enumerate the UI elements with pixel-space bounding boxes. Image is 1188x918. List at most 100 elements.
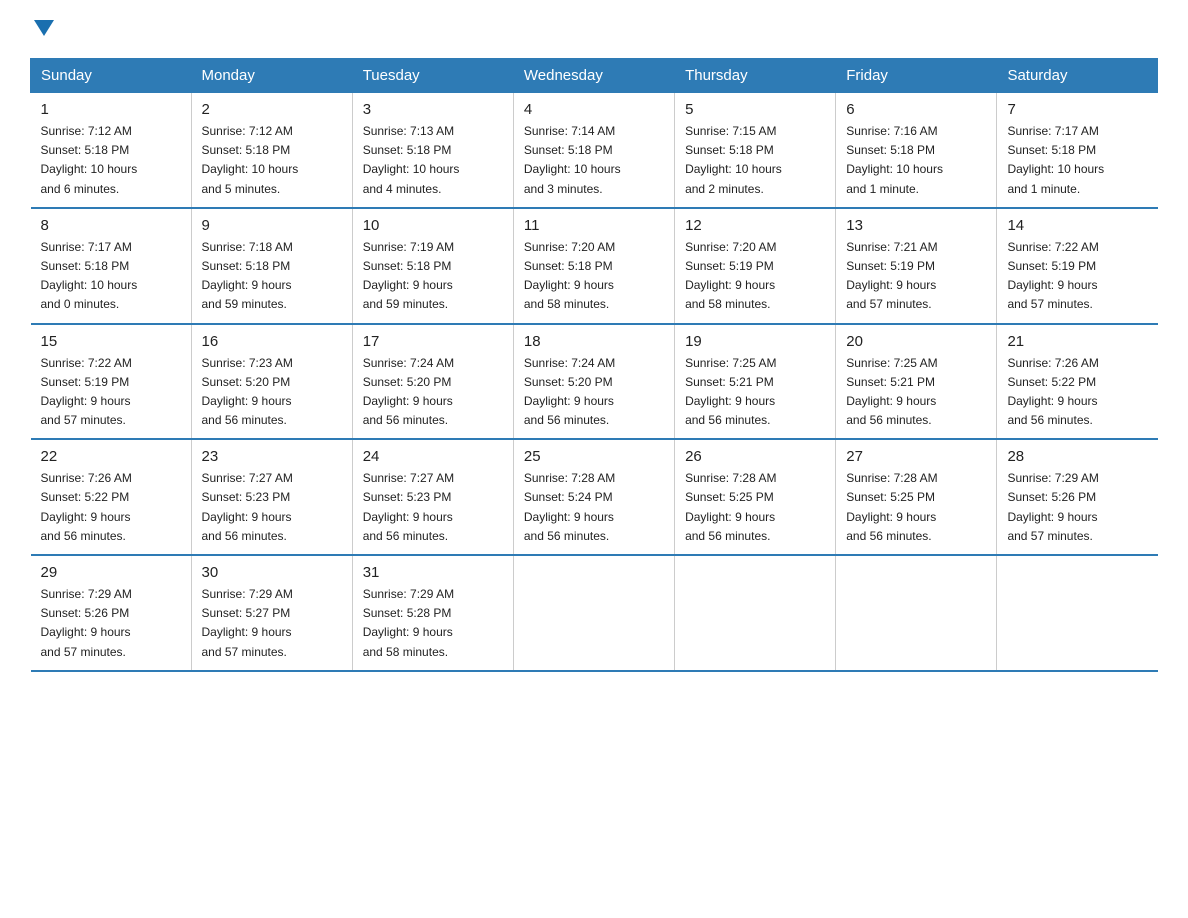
calendar-table: SundayMondayTuesdayWednesdayThursdayFrid… (30, 58, 1158, 672)
calendar-cell: 15 Sunrise: 7:22 AM Sunset: 5:19 PM Dayl… (31, 324, 192, 440)
day-number: 10 (363, 217, 503, 234)
logo (30, 20, 54, 40)
day-number: 26 (685, 448, 825, 465)
day-info: Sunrise: 7:14 AM Sunset: 5:18 PM Dayligh… (524, 122, 664, 199)
day-number: 14 (1007, 217, 1147, 234)
calendar-cell: 2 Sunrise: 7:12 AM Sunset: 5:18 PM Dayli… (191, 93, 352, 208)
day-info: Sunrise: 7:24 AM Sunset: 5:20 PM Dayligh… (363, 354, 503, 431)
calendar-cell: 13 Sunrise: 7:21 AM Sunset: 5:19 PM Dayl… (836, 208, 997, 324)
calendar-cell: 21 Sunrise: 7:26 AM Sunset: 5:22 PM Dayl… (997, 324, 1158, 440)
day-number: 4 (524, 101, 664, 118)
weekday-header-sunday: Sunday (31, 59, 192, 93)
day-number: 8 (41, 217, 181, 234)
weekday-header-tuesday: Tuesday (352, 59, 513, 93)
day-info: Sunrise: 7:23 AM Sunset: 5:20 PM Dayligh… (202, 354, 342, 431)
calendar-cell: 23 Sunrise: 7:27 AM Sunset: 5:23 PM Dayl… (191, 439, 352, 555)
day-number: 6 (846, 101, 986, 118)
calendar-cell: 8 Sunrise: 7:17 AM Sunset: 5:18 PM Dayli… (31, 208, 192, 324)
weekday-header-saturday: Saturday (997, 59, 1158, 93)
weekday-header-friday: Friday (836, 59, 997, 93)
day-info: Sunrise: 7:24 AM Sunset: 5:20 PM Dayligh… (524, 354, 664, 431)
day-number: 21 (1007, 333, 1147, 350)
day-number: 12 (685, 217, 825, 234)
day-number: 31 (363, 564, 503, 581)
day-info: Sunrise: 7:17 AM Sunset: 5:18 PM Dayligh… (41, 238, 181, 315)
day-info: Sunrise: 7:25 AM Sunset: 5:21 PM Dayligh… (685, 354, 825, 431)
day-info: Sunrise: 7:29 AM Sunset: 5:28 PM Dayligh… (363, 585, 503, 662)
day-info: Sunrise: 7:29 AM Sunset: 5:26 PM Dayligh… (1007, 469, 1147, 546)
day-info: Sunrise: 7:27 AM Sunset: 5:23 PM Dayligh… (202, 469, 342, 546)
day-number: 7 (1007, 101, 1147, 118)
calendar-cell: 17 Sunrise: 7:24 AM Sunset: 5:20 PM Dayl… (352, 324, 513, 440)
calendar-cell (997, 555, 1158, 671)
calendar-cell: 14 Sunrise: 7:22 AM Sunset: 5:19 PM Dayl… (997, 208, 1158, 324)
calendar-cell: 7 Sunrise: 7:17 AM Sunset: 5:18 PM Dayli… (997, 93, 1158, 208)
day-number: 25 (524, 448, 664, 465)
calendar-cell (836, 555, 997, 671)
day-number: 18 (524, 333, 664, 350)
calendar-cell: 4 Sunrise: 7:14 AM Sunset: 5:18 PM Dayli… (513, 93, 674, 208)
calendar-cell: 26 Sunrise: 7:28 AM Sunset: 5:25 PM Dayl… (675, 439, 836, 555)
logo-triangle-icon (34, 20, 54, 36)
calendar-body: 1 Sunrise: 7:12 AM Sunset: 5:18 PM Dayli… (31, 93, 1158, 671)
calendar-cell: 22 Sunrise: 7:26 AM Sunset: 5:22 PM Dayl… (31, 439, 192, 555)
calendar-cell: 18 Sunrise: 7:24 AM Sunset: 5:20 PM Dayl… (513, 324, 674, 440)
calendar-cell: 3 Sunrise: 7:13 AM Sunset: 5:18 PM Dayli… (352, 93, 513, 208)
calendar-cell: 28 Sunrise: 7:29 AM Sunset: 5:26 PM Dayl… (997, 439, 1158, 555)
day-info: Sunrise: 7:12 AM Sunset: 5:18 PM Dayligh… (202, 122, 342, 199)
day-info: Sunrise: 7:25 AM Sunset: 5:21 PM Dayligh… (846, 354, 986, 431)
weekday-header-wednesday: Wednesday (513, 59, 674, 93)
day-number: 23 (202, 448, 342, 465)
calendar-cell: 5 Sunrise: 7:15 AM Sunset: 5:18 PM Dayli… (675, 93, 836, 208)
day-info: Sunrise: 7:12 AM Sunset: 5:18 PM Dayligh… (41, 122, 181, 199)
day-number: 13 (846, 217, 986, 234)
calendar-cell (513, 555, 674, 671)
day-info: Sunrise: 7:26 AM Sunset: 5:22 PM Dayligh… (1007, 354, 1147, 431)
day-number: 9 (202, 217, 342, 234)
day-number: 15 (41, 333, 181, 350)
day-number: 30 (202, 564, 342, 581)
calendar-cell: 10 Sunrise: 7:19 AM Sunset: 5:18 PM Dayl… (352, 208, 513, 324)
day-number: 3 (363, 101, 503, 118)
calendar-header: SundayMondayTuesdayWednesdayThursdayFrid… (31, 59, 1158, 93)
day-info: Sunrise: 7:16 AM Sunset: 5:18 PM Dayligh… (846, 122, 986, 199)
calendar-week-row: 29 Sunrise: 7:29 AM Sunset: 5:26 PM Dayl… (31, 555, 1158, 671)
day-info: Sunrise: 7:29 AM Sunset: 5:27 PM Dayligh… (202, 585, 342, 662)
day-number: 28 (1007, 448, 1147, 465)
day-number: 22 (41, 448, 181, 465)
day-info: Sunrise: 7:22 AM Sunset: 5:19 PM Dayligh… (1007, 238, 1147, 315)
calendar-cell: 19 Sunrise: 7:25 AM Sunset: 5:21 PM Dayl… (675, 324, 836, 440)
calendar-week-row: 8 Sunrise: 7:17 AM Sunset: 5:18 PM Dayli… (31, 208, 1158, 324)
day-info: Sunrise: 7:29 AM Sunset: 5:26 PM Dayligh… (41, 585, 181, 662)
calendar-cell: 24 Sunrise: 7:27 AM Sunset: 5:23 PM Dayl… (352, 439, 513, 555)
day-number: 20 (846, 333, 986, 350)
calendar-week-row: 15 Sunrise: 7:22 AM Sunset: 5:19 PM Dayl… (31, 324, 1158, 440)
day-info: Sunrise: 7:20 AM Sunset: 5:18 PM Dayligh… (524, 238, 664, 315)
day-number: 2 (202, 101, 342, 118)
calendar-cell: 31 Sunrise: 7:29 AM Sunset: 5:28 PM Dayl… (352, 555, 513, 671)
day-info: Sunrise: 7:18 AM Sunset: 5:18 PM Dayligh… (202, 238, 342, 315)
day-info: Sunrise: 7:17 AM Sunset: 5:18 PM Dayligh… (1007, 122, 1147, 199)
day-number: 11 (524, 217, 664, 234)
day-info: Sunrise: 7:15 AM Sunset: 5:18 PM Dayligh… (685, 122, 825, 199)
calendar-cell: 20 Sunrise: 7:25 AM Sunset: 5:21 PM Dayl… (836, 324, 997, 440)
calendar-week-row: 22 Sunrise: 7:26 AM Sunset: 5:22 PM Dayl… (31, 439, 1158, 555)
weekday-row: SundayMondayTuesdayWednesdayThursdayFrid… (31, 59, 1158, 93)
calendar-cell: 11 Sunrise: 7:20 AM Sunset: 5:18 PM Dayl… (513, 208, 674, 324)
calendar-week-row: 1 Sunrise: 7:12 AM Sunset: 5:18 PM Dayli… (31, 93, 1158, 208)
calendar-cell: 12 Sunrise: 7:20 AM Sunset: 5:19 PM Dayl… (675, 208, 836, 324)
day-number: 27 (846, 448, 986, 465)
calendar-cell: 27 Sunrise: 7:28 AM Sunset: 5:25 PM Dayl… (836, 439, 997, 555)
calendar-cell: 6 Sunrise: 7:16 AM Sunset: 5:18 PM Dayli… (836, 93, 997, 208)
calendar-cell: 30 Sunrise: 7:29 AM Sunset: 5:27 PM Dayl… (191, 555, 352, 671)
day-info: Sunrise: 7:27 AM Sunset: 5:23 PM Dayligh… (363, 469, 503, 546)
day-number: 24 (363, 448, 503, 465)
day-info: Sunrise: 7:28 AM Sunset: 5:25 PM Dayligh… (685, 469, 825, 546)
calendar-cell (675, 555, 836, 671)
weekday-header-monday: Monday (191, 59, 352, 93)
calendar-cell: 16 Sunrise: 7:23 AM Sunset: 5:20 PM Dayl… (191, 324, 352, 440)
day-number: 19 (685, 333, 825, 350)
day-number: 29 (41, 564, 181, 581)
calendar-cell: 25 Sunrise: 7:28 AM Sunset: 5:24 PM Dayl… (513, 439, 674, 555)
day-info: Sunrise: 7:19 AM Sunset: 5:18 PM Dayligh… (363, 238, 503, 315)
